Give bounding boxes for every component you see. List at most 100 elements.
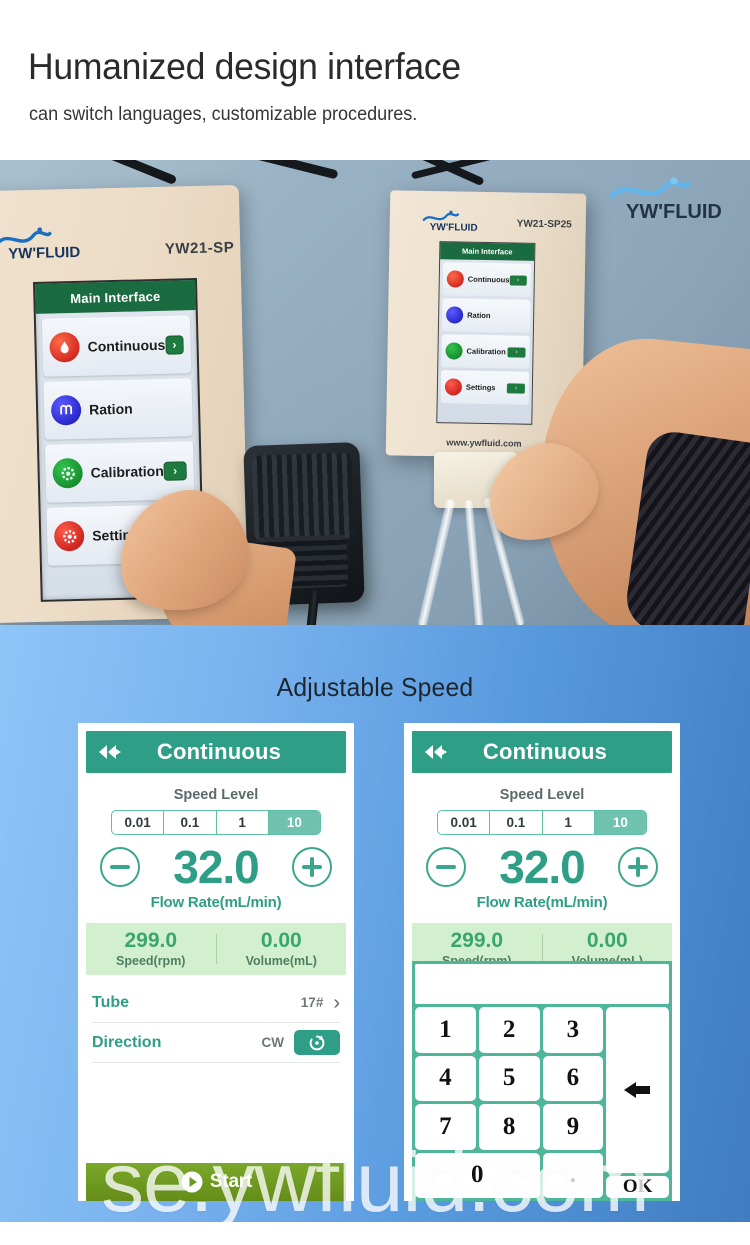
keypad-display[interactable] xyxy=(415,964,669,1004)
device-menu-label: Continuous xyxy=(467,274,510,285)
device-right-menu-item-calibration[interactable]: Calibration › xyxy=(441,334,530,369)
decrease-flow-button[interactable] xyxy=(100,847,140,887)
numeric-keypad: 1 2 3 4 5 6 7 8 9 0 . OK xyxy=(412,961,672,1201)
panel-header: Continuous xyxy=(86,731,346,773)
back-arrow-icon[interactable] xyxy=(86,743,132,761)
speed-level-option-001[interactable]: 0.01 xyxy=(112,811,165,834)
keypad-rows: 1 2 3 4 5 6 7 8 9 0 . OK xyxy=(415,1007,669,1198)
gear-icon xyxy=(445,342,463,360)
stats-band: 299.0 Speed(rpm) 0.00 Volume(mL) xyxy=(86,923,346,975)
speed-level-option-01[interactable]: 0.1 xyxy=(490,811,543,834)
device-menu-label: Ration xyxy=(467,310,491,321)
device-right-model: YW21-SP25 xyxy=(516,218,572,231)
stat-speed: 299.0 Speed(rpm) xyxy=(86,929,216,968)
keypad-number-grid: 1 2 3 4 5 6 7 8 9 0 . xyxy=(415,1007,604,1198)
device-right-menu-item-ration[interactable]: Ration › xyxy=(441,298,531,333)
stat-speed-value: 299.0 xyxy=(124,929,178,953)
device-menu-item-continuous[interactable]: Continuous › xyxy=(41,315,192,377)
flow-rate-value: 32.0 xyxy=(499,841,586,893)
ration-icon xyxy=(50,394,82,426)
key-6[interactable]: 6 xyxy=(542,1055,604,1101)
gear-icon xyxy=(52,457,84,489)
key-ok[interactable]: OK xyxy=(606,1176,669,1198)
key-1[interactable]: 1 xyxy=(415,1007,476,1053)
device-menu-label: Calibration xyxy=(466,346,506,357)
device-menu-label: Continuous xyxy=(87,336,166,355)
device-left-model: YW21-SP xyxy=(164,239,235,258)
increase-flow-button[interactable] xyxy=(292,847,332,887)
setting-row-tube[interactable]: Tube 17# › xyxy=(92,983,340,1023)
flow-rate-unit-label: Flow Rate(mL/min) xyxy=(476,894,608,911)
device-right-screen-title: Main Interface xyxy=(440,242,535,261)
stat-volume: 0.00 Volume(mL) xyxy=(217,929,347,968)
speed-level-option-10[interactable]: 10 xyxy=(268,811,320,834)
device-menu-label: Ration xyxy=(88,400,133,418)
ui-panel-continuous: Continuous Speed Level 0.01 0.1 1 10 32.… xyxy=(78,723,354,1201)
key-4[interactable]: 4 xyxy=(415,1055,476,1101)
direction-value: CW xyxy=(261,1035,285,1050)
speed-level-option-001[interactable]: 0.01 xyxy=(438,811,491,834)
tube-label: Tube xyxy=(92,993,130,1011)
increase-flow-button[interactable] xyxy=(618,847,658,887)
flow-rate-unit-label: Flow Rate(mL/min) xyxy=(150,894,282,911)
ui-panel-continuous-keypad: Continuous Speed Level 0.01 0.1 1 10 32.… xyxy=(404,723,680,1201)
key-0[interactable]: 0 xyxy=(415,1152,540,1198)
svg-text:YW'FLUID: YW'FLUID xyxy=(626,201,722,223)
start-button[interactable]: Start xyxy=(86,1163,346,1201)
flow-rate-stepper: 32.0 xyxy=(78,844,354,890)
key-8[interactable]: 8 xyxy=(478,1104,540,1150)
panel-title: Continuous xyxy=(156,739,282,764)
flame-drop-icon xyxy=(49,331,80,363)
speed-level-option-1[interactable]: 1 xyxy=(217,811,269,834)
page-header: Humanized design interface can switch la… xyxy=(0,0,750,160)
key-5[interactable]: 5 xyxy=(478,1055,540,1101)
setting-row-direction[interactable]: Direction CW xyxy=(92,1023,340,1063)
keypad-side-column: OK xyxy=(606,1007,669,1198)
stat-volume-value: 0.00 xyxy=(260,929,302,953)
speed-level-option-01[interactable]: 0.1 xyxy=(164,811,217,834)
key-decimal-point[interactable]: . xyxy=(542,1152,604,1198)
decrease-flow-button[interactable] xyxy=(426,847,466,887)
device-menu-label: Calibration xyxy=(90,462,164,481)
chevron-right-icon: › xyxy=(506,382,525,394)
flow-rate-value: 32.0 xyxy=(173,841,260,893)
stat-speed-value: 299.0 xyxy=(450,929,504,953)
speed-level-label: Speed Level xyxy=(499,787,585,803)
key-3[interactable]: 3 xyxy=(542,1007,604,1053)
device-right-menu-item-continuous[interactable]: Continuous › xyxy=(442,262,532,297)
svg-text:YW'FLUID: YW'FLUID xyxy=(430,222,478,234)
key-2[interactable]: 2 xyxy=(478,1007,540,1053)
svg-text:YW'FLUID: YW'FLUID xyxy=(8,244,80,263)
ywfluid-logo-right: YW'FLUID xyxy=(422,210,478,234)
tube-value: 17# xyxy=(300,995,324,1010)
chevron-right-icon: › xyxy=(165,334,184,355)
section-title: Adjustable Speed xyxy=(276,672,474,702)
direction-label: Direction xyxy=(92,1033,162,1051)
page-subtitle: can switch languages, customizable proce… xyxy=(29,104,418,125)
device-right-menu-item-settings[interactable]: Settings › xyxy=(440,370,530,405)
speed-level-label: Speed Level xyxy=(173,787,259,803)
back-arrow-icon[interactable] xyxy=(412,743,458,761)
device-right-screen: Main Interface Continuous › Ration › Cal… xyxy=(436,241,536,425)
speed-level-option-1[interactable]: 1 xyxy=(543,811,595,834)
backspace-arrow-icon[interactable] xyxy=(606,1007,669,1173)
key-9[interactable]: 9 xyxy=(542,1104,604,1150)
chevron-right-icon: › xyxy=(507,346,526,358)
rotate-cw-icon[interactable] xyxy=(294,1030,340,1055)
product-photo: YW'FLUID YW21-SP Main Interface Continuo… xyxy=(0,160,750,625)
speed-level-segmented-control[interactable]: 0.01 0.1 1 10 xyxy=(111,810,321,835)
device-left-screen-title: Main Interface xyxy=(35,280,196,314)
chevron-right-icon: › xyxy=(509,274,527,286)
speed-level-option-10[interactable]: 10 xyxy=(594,811,646,834)
ywfluid-logo-left: YW'FLUID xyxy=(0,227,81,263)
start-button-label: Start xyxy=(209,1171,253,1192)
settings-gear-icon xyxy=(444,378,463,396)
device-menu-item-ration[interactable]: Ration › xyxy=(43,378,193,440)
key-7[interactable]: 7 xyxy=(415,1104,476,1150)
speed-level-segmented-control[interactable]: 0.01 0.1 1 10 xyxy=(437,810,647,835)
stat-speed-label: Speed(rpm) xyxy=(116,953,186,968)
stat-volume-value: 0.00 xyxy=(586,929,628,953)
panel-header: Continuous xyxy=(412,731,672,773)
flow-rate-stepper: 32.0 xyxy=(404,844,680,890)
play-icon xyxy=(181,1171,203,1193)
